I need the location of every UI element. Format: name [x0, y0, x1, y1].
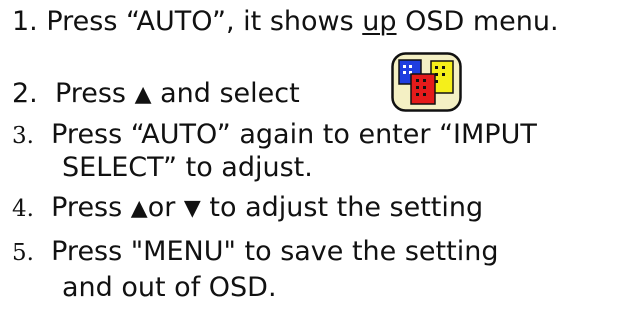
step-2: 2. Press ▲ and select [12, 78, 300, 111]
step-4: 4. Press ▲or ▼ to adjust the setting [12, 192, 483, 225]
step-3-continuation: SELECT” to adjust. [62, 152, 313, 184]
step-1-text-b: OSD menu. [396, 6, 559, 37]
step-4-text-a: Press [51, 192, 131, 223]
step-2-text-a: Press [54, 78, 135, 109]
step-3-line-1: Press “AUTO” again to enter “IMPUT [51, 119, 537, 150]
step-1: 1. Press “AUTO”, it shows up OSD menu. [12, 6, 559, 38]
down-triangle-icon: ▼ [183, 196, 201, 221]
step-1-text-underlined: up [362, 6, 397, 37]
step-5-continuation: and out of OSD. [62, 272, 277, 304]
step-1-text-a: Press “AUTO”, it shows [37, 6, 363, 37]
instruction-page: 1. Press “AUTO”, it shows up OSD menu. 2… [0, 0, 634, 325]
step-5-line-1: Press "MENU" to save the setting [51, 236, 499, 267]
step-4-number: 4. [12, 196, 34, 222]
step-3-number: 3. [12, 123, 34, 149]
up-triangle-icon: ▲ [130, 196, 148, 221]
step-4-text-c: to adjust the setting [200, 192, 484, 223]
step-1-number: 1. [12, 6, 38, 37]
input-select-buildings-icon [391, 52, 462, 112]
step-2-number: 2. [12, 78, 38, 109]
step-5-number: 5. [12, 240, 34, 266]
up-triangle-icon: ▲ [134, 82, 152, 107]
step-5-line-2: and out of OSD. [62, 272, 277, 303]
step-5: 5. Press "MENU" to save the setting [12, 236, 498, 269]
step-3: 3. Press “AUTO” again to enter “IMPUT [12, 119, 537, 152]
step-2-text-b: and select [151, 78, 300, 109]
step-4-text-b: or [147, 192, 184, 223]
step-3-line-2: SELECT” to adjust. [62, 152, 313, 183]
